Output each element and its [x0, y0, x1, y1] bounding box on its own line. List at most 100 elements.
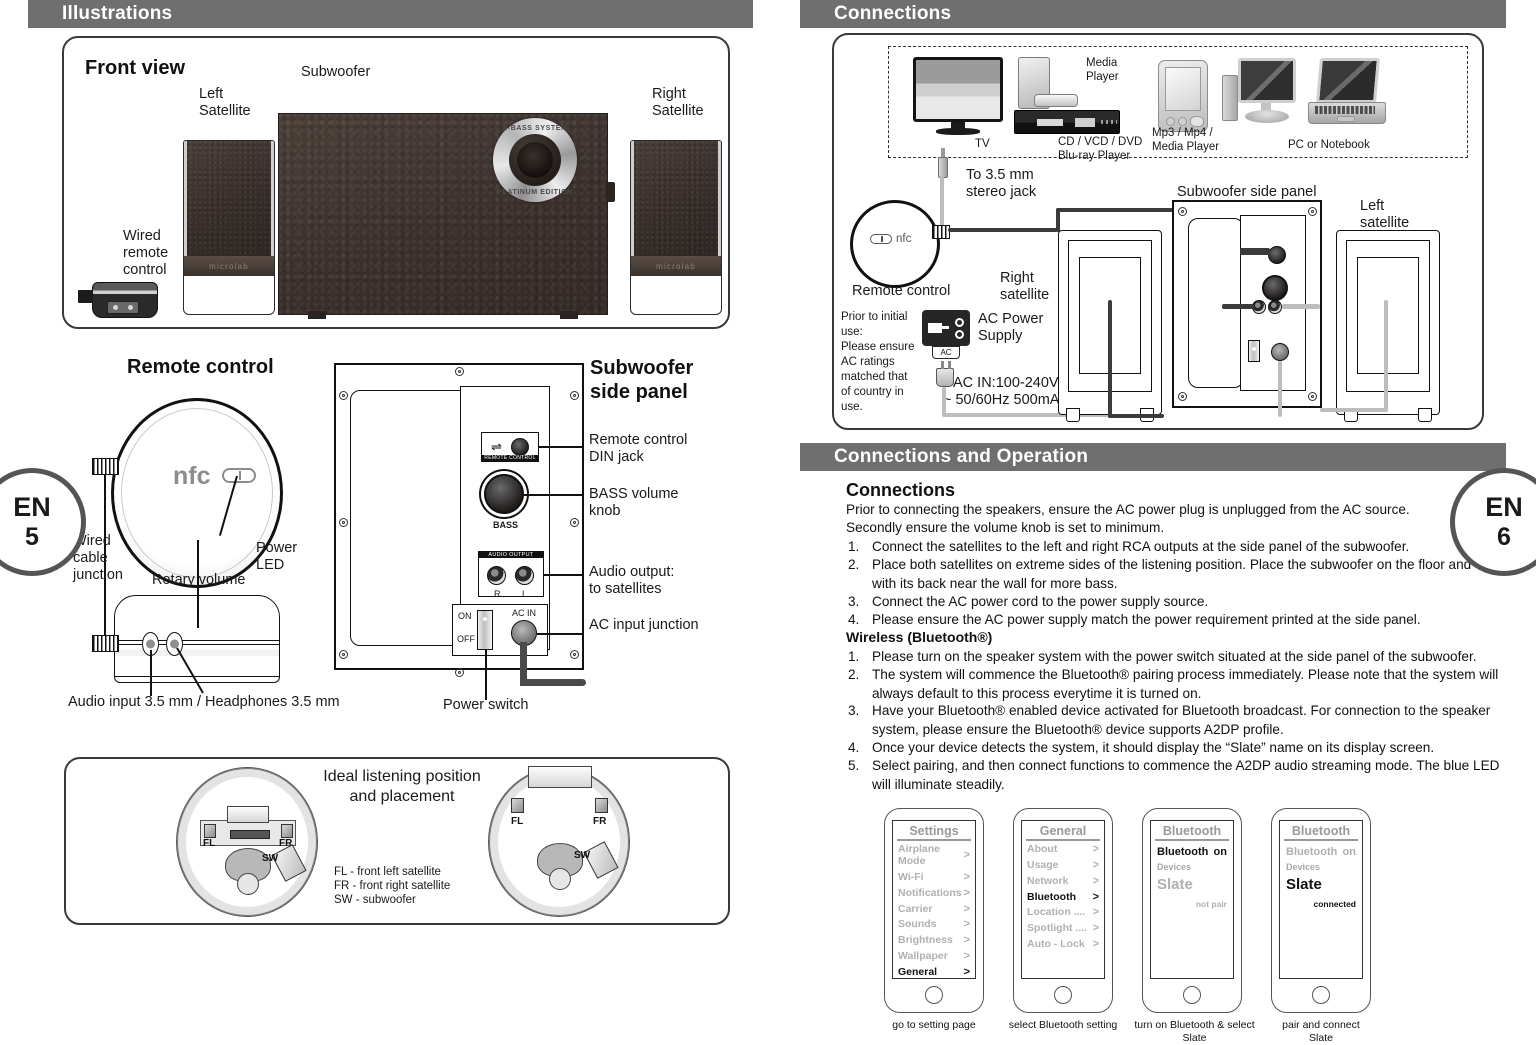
remote-control-din-jack: ⇌ REMOTE CONTROL	[481, 432, 539, 462]
right-satellite-label: Right Satellite	[652, 86, 704, 120]
phone-3-screen: Bluetooth Bluetooth on Devices Slate not…	[1150, 820, 1234, 979]
panel-diag-power-switch[interactable]	[1248, 340, 1260, 362]
bluetooth-toggle-row-4[interactable]: Bluetooth on	[1280, 841, 1362, 860]
left-satellite-brand-text: microlab	[209, 261, 249, 271]
general-row-bluetooth-label: Bluetooth	[1027, 890, 1076, 903]
remote-cable-junction-diagram	[932, 225, 950, 239]
settings-row-carrier[interactable]: Carrier >	[893, 900, 975, 916]
phone-2-title: General	[1026, 821, 1100, 841]
right-satellite-edge-highlight-l	[631, 141, 634, 256]
chevron-right-icon: >	[1092, 874, 1099, 887]
ac-rating-line-2: ~ 50/60Hz 500mA	[943, 392, 1060, 408]
general-row-about-label: About	[1027, 843, 1058, 856]
settings-row-notifications[interactable]: Notifications >	[893, 885, 975, 901]
wireless-step-3-number: 3.	[848, 703, 860, 718]
ac-rating-line-1: AC IN:100-240V	[953, 375, 1059, 391]
side-panel-screw-tl	[339, 391, 348, 400]
section-header-connections-and-operation-label: Connections and Operation	[834, 446, 1089, 467]
wireless-step-1: 1. Please turn on the speaker system wit…	[848, 647, 1508, 666]
bluetooth-toggle-row-3[interactable]: Bluetooth on	[1151, 841, 1233, 860]
operation-step-3: 3. Connect the AC power cord to the powe…	[848, 592, 1508, 611]
operation-step-3-text: Connect the AC power cord to the power s…	[872, 594, 1209, 609]
cable-left-satellite-h	[1320, 408, 1388, 412]
left-satellite-foot-r	[1418, 408, 1432, 422]
page-marker-en5-number: 5	[25, 523, 39, 552]
wireless-heading: Wireless (Bluetooth®)	[846, 629, 993, 645]
x-bass-badge: X-BASS SYSTEM PLATINUM EDITION	[493, 118, 577, 202]
panel-diag-rca-cable-l	[1282, 304, 1320, 309]
right-satellite-speaker: microlab	[630, 140, 722, 315]
leader-ac-in	[537, 633, 584, 635]
listener-head-left	[237, 873, 259, 895]
audio-input-label: Audio input 3.5 mm / Headphones 3.5 mm	[68, 694, 340, 710]
x-bass-badge-bottom-text: PLATINUM EDITION	[497, 189, 573, 196]
subwoofer-side-panel-diagram-label: Subwoofer side panel	[1177, 184, 1317, 200]
fr-speaker-right-scene	[595, 798, 608, 813]
listening-legend-fr: FR - front right satellite	[334, 880, 451, 892]
phone-mockup-bluetooth-notpaired: Bluetooth Bluetooth on Devices Slate not…	[1142, 808, 1242, 1013]
general-row-usage[interactable]: Usage >	[1022, 857, 1104, 873]
din-arrow-icon: ⇌	[491, 438, 502, 454]
settings-row-brightness[interactable]: Brightness >	[893, 932, 975, 948]
wireless-step-2: 2. The system will commence the Bluetoot…	[848, 665, 1506, 704]
wireless-step-3: 3. Have your Bluetooth® enabled device a…	[848, 701, 1506, 740]
disc-player-label: CD / VCD / DVD Blu-ray Player	[1058, 136, 1143, 162]
general-row-auto-lock-label: Auto - Lock	[1027, 938, 1085, 951]
tv-label: TV	[975, 138, 990, 150]
settings-row-airplane-mode[interactable]: Airplane Mode >	[893, 841, 975, 869]
wireless-step-1-text: Please turn on the speaker system with t…	[872, 649, 1477, 664]
subwoofer-foot-right	[560, 311, 578, 319]
leader-power-switch	[485, 650, 487, 700]
settings-row-notifications-label: Notifications	[898, 886, 962, 899]
general-row-network[interactable]: Network >	[1022, 873, 1104, 889]
wired-remote-jack-1	[113, 305, 118, 310]
phone-mockup-general: General About > Usage > Network > Blueto…	[1013, 808, 1113, 1013]
power-switch-rocker[interactable]	[477, 610, 493, 650]
notebook-trackpad	[1337, 116, 1355, 122]
general-row-spotlight[interactable]: Spotlight .... >	[1022, 920, 1104, 936]
fr-speaker-left-scene	[281, 824, 293, 838]
phone-3-title: Bluetooth	[1155, 821, 1229, 841]
left-satellite-label: Left Satellite	[199, 86, 251, 120]
listening-legend-sw: SW - subwoofer	[334, 894, 416, 906]
device-name-4[interactable]: Slate	[1280, 874, 1362, 895]
devices-header-4: Devices	[1286, 862, 1321, 872]
settings-row-wallpaper[interactable]: Wallpaper >	[893, 948, 975, 964]
general-row-bluetooth[interactable]: Bluetooth >	[1022, 888, 1104, 904]
general-row-about[interactable]: About >	[1022, 841, 1104, 857]
audio-output-callout: Audio output: to satellites	[589, 564, 675, 598]
fl-marker-right: FL	[511, 816, 524, 827]
side-panel-screw-bl	[339, 650, 348, 659]
panel-diag-ac-socket	[1271, 343, 1289, 361]
listener-head-right	[549, 868, 571, 890]
side-panel-screw-tr	[570, 391, 579, 400]
settings-row-general[interactable]: General >	[893, 964, 975, 978]
general-row-location[interactable]: Location .... >	[1022, 904, 1104, 920]
mp3-button-3	[1190, 116, 1204, 127]
wireless-step-4-text: Once your device detects the system, it …	[872, 740, 1435, 755]
wireless-step-5-text: Select pairing, and then connect functio…	[872, 758, 1500, 793]
settings-row-sounds[interactable]: Sounds >	[893, 916, 975, 932]
phone-4-home-button[interactable]	[1312, 986, 1330, 1004]
device-name-3[interactable]: Slate	[1151, 874, 1233, 895]
settings-row-wifi[interactable]: Wi-Fi >	[893, 869, 975, 885]
tv-icon	[913, 57, 1003, 122]
tv-stand-base	[936, 128, 980, 135]
phone-4-screen: Bluetooth Bluetooth on Devices Slate con…	[1279, 820, 1363, 979]
phone-3-home-button[interactable]	[1183, 986, 1201, 1004]
phone-mockup-settings: Settings Airplane Mode > Wi-Fi > Notific…	[884, 808, 984, 1013]
keyboard-left	[230, 830, 270, 839]
switch-off-label: OFF	[457, 634, 475, 644]
wired-cable-junction-bottom	[92, 635, 119, 652]
general-row-spotlight-label: Spotlight ....	[1027, 922, 1088, 935]
fl-marker-left: FL	[203, 838, 216, 849]
operation-step-4-text: Please ensure the AC power supply match …	[872, 612, 1421, 627]
phone-2-home-button[interactable]	[1054, 986, 1072, 1004]
operation-step-4-number: 4.	[848, 612, 860, 627]
sw-marker-right: SW	[574, 850, 591, 861]
phone-1-home-button[interactable]	[925, 986, 943, 1004]
rca-jack-left	[515, 566, 534, 585]
listening-position-title: Ideal listening position and placement	[323, 768, 481, 805]
general-row-auto-lock[interactable]: Auto - Lock >	[1022, 936, 1104, 952]
mp3-label: Mp3 / Mp4 / Media Player	[1152, 127, 1220, 153]
